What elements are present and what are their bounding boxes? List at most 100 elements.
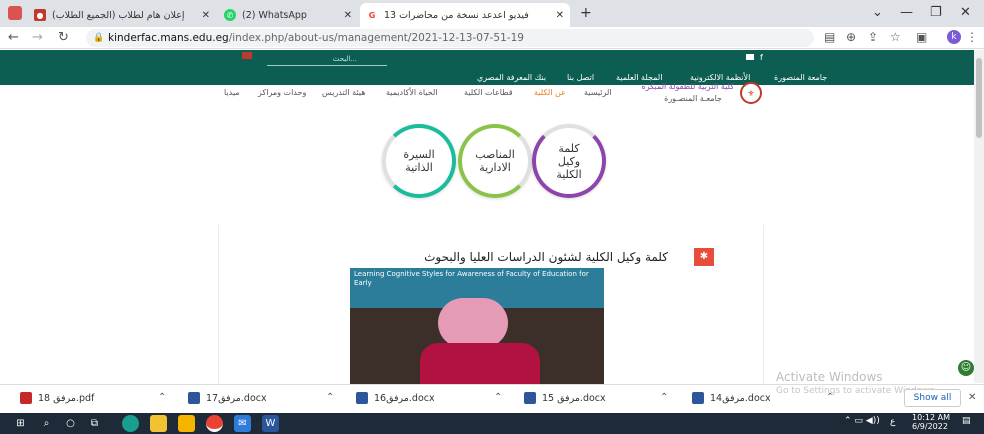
url-field[interactable]: 🔒 kinderfac.mans.edu.eg/index.php/about-… [86,29,814,47]
site-top-bar: f [0,50,974,72]
zoom-icon[interactable]: ⊕ [846,30,856,44]
close-tab-icon[interactable]: ✕ [344,10,352,21]
windows-taskbar: ⊞ ⌕ ○ ⧉ ✉ W ⌃ ▭ ◀)) ع 10:12 AM 6/9/2022 … [0,413,984,434]
circle-cv[interactable]: السيرة الذاتية [382,124,456,198]
scrollbar-thumb[interactable] [976,58,982,138]
menu-item-media[interactable]: ميديا [224,88,240,97]
minimize-button[interactable]: — [900,5,913,20]
restore-button[interactable]: ❐ [930,5,942,20]
cortana-icon[interactable]: ○ [62,415,79,432]
tray-icons[interactable]: ⌃ ▭ ◀)) [844,416,880,426]
download-item-15[interactable]: مرفق 15.docx [524,392,606,404]
section-star-icon: ✱ [694,248,714,266]
mail-icon[interactable]: ✉ [234,415,251,432]
menu-item-about[interactable]: عن الكلية [534,88,566,97]
facebook-icon[interactable]: f [760,53,763,62]
accessibility-icon[interactable]: ☺ [958,360,974,376]
whatsapp-icon: ✆ [224,9,236,21]
logo-subtitle: جامعـة المنصـورة [664,94,722,103]
photo-banner-text: Learning Cognitive Styles for Awareness … [354,270,589,287]
clock-time[interactable]: 10:12 AM [912,413,950,422]
new-tab-button[interactable]: + [580,5,592,21]
file-explorer-icon[interactable] [150,415,167,432]
tab-list-chevron-icon[interactable]: ⌄ [872,5,883,20]
search-icon[interactable]: ⌕ [38,415,55,432]
download-filename: مرفق 15.docx [542,392,606,404]
site-search-input[interactable]: البحث... [267,52,387,66]
circle-positions[interactable]: المناصب الادارية [458,124,532,198]
circle-positions-label: المناصب الادارية [475,148,515,174]
tab-title: (2) WhatsApp [242,9,307,21]
browser-tab-video[interactable]: G فيديو اعدعد نسخة من محاضرات 13 ✕ [360,3,570,27]
download-item-16[interactable]: مرفق16.docx [356,392,435,404]
logo-title: كلية التربية للطفولة المبكرة [641,82,734,91]
store-icon[interactable] [178,415,195,432]
word-icon[interactable]: W [262,415,279,432]
download-options-chevron-icon[interactable]: ⌃ [660,392,668,403]
close-tab-icon[interactable]: ✕ [202,10,210,21]
download-item-18[interactable]: مرفق 18.pdf [20,392,94,404]
menu-dots-icon[interactable]: ⋮ [966,30,978,44]
clock-date[interactable]: 6/9/2022 [912,422,948,431]
lock-icon: 🔒 [93,33,105,43]
download-filename: مرفق14.docx [710,392,771,404]
menu-item-units-centers[interactable]: وحدات ومراكز [258,88,306,97]
pdf-file-icon [20,392,32,404]
site-links-bar: جامعة المنصورة الأنظمة الالكترونية المجل… [0,72,974,85]
share-icon[interactable]: ⇪ [868,30,878,44]
word-file-icon [356,392,368,404]
close-download-bar-icon[interactable]: ✕ [968,392,976,403]
download-item-14[interactable]: مرفق14.docx [692,392,771,404]
menu-item-faculty-staff[interactable]: هيئة التدريس [322,88,365,97]
task-view-icon[interactable]: ⧉ [86,415,103,432]
sidepanel-icon[interactable]: ▣ [916,30,927,44]
download-options-chevron-icon[interactable]: ⌃ [158,392,166,403]
circle-vice-dean-label: كلمة وكيل الكلية [556,141,582,181]
circle-vice-dean-word[interactable]: كلمة وكيل الكلية [532,124,606,198]
download-filename: مرفق17.docx [206,392,267,404]
input-language[interactable]: ع [890,417,895,427]
reload-icon[interactable]: ↻ [58,30,69,45]
browser-tab-announcement[interactable]: ● إعلان هام لطلاب (الجميع الطلاب) ✕ [28,3,216,27]
forward-arrow-icon[interactable]: → [32,30,43,45]
tab-title: فيديو اعدعد نسخة من محاضرات 13 [384,9,529,21]
download-filename: مرفق16.docx [374,392,435,404]
back-arrow-icon[interactable]: ← [8,30,19,45]
close-window-button[interactable]: ✕ [960,5,971,20]
browser-tab-whatsapp[interactable]: ✆ (2) WhatsApp ✕ [218,3,358,27]
notification-icon[interactable]: ▤ [962,416,971,426]
download-options-chevron-icon[interactable]: ⌃ [326,392,334,403]
download-options-chevron-icon[interactable]: ⌃ [494,392,502,403]
menu-item-sectors[interactable]: قطاعات الكلية [464,88,513,97]
link-knowledge-bank[interactable]: بنك المعرفة المصري [477,73,546,82]
tab-search-icon[interactable] [8,6,22,20]
edge-icon[interactable] [122,415,139,432]
link-mansoura-university[interactable]: جامعة المنصورة [774,73,827,82]
faculty-logo[interactable]: ⚜ [740,82,762,104]
link-e-systems[interactable]: الأنظمة الالكترونية [690,73,750,82]
download-filename: مرفق 18.pdf [38,392,95,404]
address-bar-row: ← → ↻ 🔒 kinderfac.mans.edu.eg/index.php/… [0,27,984,49]
university-favicon-icon: ● [34,9,46,21]
link-contact[interactable]: اتصل بنا [567,73,594,82]
word-file-icon [188,392,200,404]
menu-item-home[interactable]: الرئيسية [584,88,612,97]
windows-start-icon[interactable]: ⊞ [12,415,29,432]
browser-tab-strip: ● إعلان هام لطلاب (الجميع الطلاب) ✕ ✆ (2… [0,0,984,27]
flag-icon[interactable] [242,52,252,59]
close-tab-icon[interactable]: ✕ [556,10,564,21]
url-path: /index.php/about-us/management/2021-12-1… [228,32,524,44]
link-scientific-journal[interactable]: المجلة العلمية [616,73,662,82]
section-title: كلمة وكيل الكلية لشئون الدراسات العليا و… [424,250,668,264]
url-host: kinderfac.mans.edu.eg [108,32,229,44]
chrome-icon[interactable] [206,415,223,432]
bookmark-star-icon[interactable]: ☆ [890,30,901,44]
download-item-17[interactable]: مرفق17.docx [188,392,267,404]
activate-windows-title: Activate Windows [776,370,883,384]
show-all-downloads-button[interactable]: Show all [904,389,961,407]
menu-item-academic-life[interactable]: الحياة الأكاديمية [386,88,438,97]
translate-icon[interactable]: ▤ [824,30,835,44]
profile-avatar[interactable]: k [947,30,961,44]
youtube-icon[interactable] [746,54,754,60]
tab-title: إعلان هام لطلاب (الجميع الطلاب) [52,9,185,21]
